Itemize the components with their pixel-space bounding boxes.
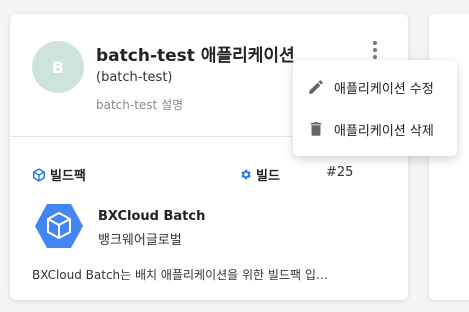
delete-application-label: 애플리케이션 삭제 — [334, 123, 434, 139]
application-card: B batch-test 애플리케이션 (batch-test) batch-t… — [10, 14, 408, 300]
buildpack-label-text: 빌드팩 — [50, 169, 86, 184]
avatar: B — [32, 41, 84, 93]
kebab-dot — [373, 41, 377, 45]
buildpack-description: BXCloud Batch는 배치 애플리케이션을 위한 빌드팩 입… — [32, 268, 328, 282]
buildpack-owner: 뱅크웨어글로벌 — [98, 233, 182, 248]
build-label-text: 빌드 — [256, 169, 280, 184]
options-menu: 애플리케이션 수정 애플리케이션 삭제 — [293, 60, 457, 156]
buildpack-logo-icon — [35, 204, 83, 248]
gear-icon — [241, 169, 251, 180]
delete-application-menu-item[interactable]: 애플리케이션 삭제 — [293, 108, 457, 150]
build-number: #25 — [326, 165, 354, 180]
buildpack-name: BXCloud Batch — [98, 209, 206, 224]
kebab-dot — [373, 55, 377, 59]
edit-application-menu-item[interactable]: 애플리케이션 수정 — [293, 66, 457, 108]
next-application-card — [429, 14, 469, 300]
more-options-icon[interactable] — [367, 38, 383, 62]
build-section-label: 빌드 — [239, 165, 280, 184]
trash-icon — [310, 122, 322, 136]
cube-icon — [33, 167, 45, 182]
edit-application-label: 애플리케이션 수정 — [334, 81, 434, 97]
application-title: batch-test 애플리케이션 — [96, 46, 295, 66]
buildpack-section-label: 빌드팩 — [32, 165, 86, 184]
kebab-dot — [373, 48, 377, 52]
application-id: (batch-test) — [96, 70, 173, 85]
pencil-icon — [309, 80, 323, 94]
application-description: batch-test 설명 — [96, 98, 184, 112]
